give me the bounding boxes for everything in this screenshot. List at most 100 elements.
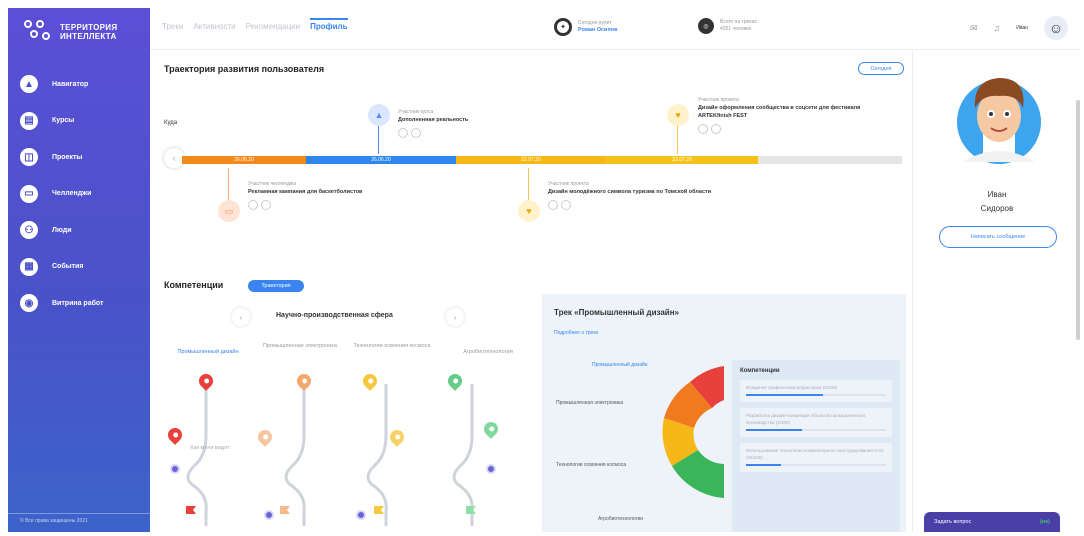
steering-wheel-icon: ✦ <box>554 18 572 36</box>
showcase-icon: ◉ <box>20 294 38 312</box>
avatar[interactable]: ☺ <box>1044 16 1068 40</box>
project-icon[interactable]: ♥ <box>518 200 540 222</box>
projects-icon: ◫ <box>20 148 38 166</box>
competency-progress <box>746 429 886 431</box>
competency-item[interactable]: Разработка дизайн-концепции объектов про… <box>740 408 892 437</box>
event-course[interactable]: Участник курса Дополненная реальность <box>398 108 468 138</box>
tab-profile[interactable]: Профиль <box>310 18 348 31</box>
ask-question-button[interactable]: Задать вопрос (не) <box>924 512 1060 532</box>
competencies-title: Компетенции <box>164 280 224 290</box>
event-tags <box>248 200 362 210</box>
path-node[interactable] <box>264 510 274 520</box>
top-right-controls: ✉ ♫ Иван ☺ <box>970 16 1068 40</box>
event-project[interactable]: Участник проекта Дизайн оформления сообщ… <box>698 96 874 134</box>
main-content: Траектория развития пользователя Сегодня… <box>150 50 912 532</box>
sidebar-footer: © Все права защищены 2021 <box>20 518 88 524</box>
tab-activities[interactable]: Активности <box>193 22 235 31</box>
sphere-next-button[interactable]: › <box>446 308 464 326</box>
sidebar: ТЕРРИТОРИЯ ИНТЕЛЛЕКТА ▲ Навигатор ▤ Курс… <box>8 8 150 532</box>
challenge-icon[interactable]: ▭ <box>218 200 240 222</box>
project-icon[interactable]: ♥ <box>667 104 689 126</box>
today-button[interactable]: Сегодня <box>858 62 904 75</box>
timeline-segment: 26.06.20 <box>306 156 456 164</box>
trajectory-title: Траектория развития пользователя <box>164 64 325 74</box>
competency-progress <box>746 464 886 466</box>
competencies-box: Компетенции Владение графическим редакто… <box>732 360 900 532</box>
donut-label[interactable]: Технологии освоения космоса <box>556 462 626 468</box>
timeline-segment: 22.07.20 <box>456 156 606 164</box>
path-label: Как меня видят <box>190 445 230 451</box>
trajectory-badge[interactable]: Траектория <box>248 280 304 292</box>
event-tags <box>398 128 468 138</box>
donut-label[interactable]: Промышленная электроника <box>556 400 623 406</box>
event-project-2[interactable]: Участник проекта Дизайн молодёжного симв… <box>548 180 711 210</box>
donut-label[interactable]: Агробиотехнологии <box>598 516 643 522</box>
competency-item[interactable]: Владение графическим редактором (5/100) <box>740 380 892 402</box>
profile-last-name: Сидоров <box>980 204 1014 213</box>
donut-label[interactable]: Промышленный дизайн <box>592 362 648 368</box>
navigator-arrow-icon: ▲ <box>20 75 38 93</box>
sidebar-item-courses[interactable]: ▤ Курсы <box>20 107 150 135</box>
competencies-box-title: Компетенции <box>740 368 780 374</box>
timeline-segment <box>758 156 902 164</box>
mail-icon[interactable]: ✉ <box>970 23 978 34</box>
tracks-count: 4051 человек <box>720 26 752 32</box>
course-icon[interactable]: ▲ <box>368 104 390 126</box>
track-count-info: ◎ Всего на треках 4051 человек <box>698 18 757 34</box>
sidebar-item-showcase[interactable]: ◉ Витрина работ <box>20 289 150 317</box>
ask-question-label: Задать вопрос <box>934 519 972 525</box>
sidebar-item-navigator[interactable]: ▲ Навигатор <box>20 70 150 98</box>
tab-tracks[interactable]: Треки <box>162 22 183 31</box>
event-caption: Участник проекта <box>548 181 589 187</box>
profile-first-name: Иван <box>987 190 1007 199</box>
flag-icon <box>466 506 476 514</box>
event-caption: Участник курса <box>398 109 434 115</box>
sphere-prev-button[interactable]: ‹ <box>232 308 250 326</box>
path-node[interactable] <box>486 464 496 474</box>
sidebar-item-events[interactable]: ▦ События <box>20 253 150 281</box>
competency-text: Использование технологии компьютерного к… <box>746 448 884 460</box>
bell-icon[interactable]: ♫ <box>994 23 1001 33</box>
timeline: ‹ 26.06.20 26.06.20 22.07.20 22.07.20 <box>164 148 904 168</box>
sidebar-item-label: События <box>52 263 84 270</box>
sidebar-item-label: Витрина работ <box>52 299 104 307</box>
path-node[interactable] <box>356 510 366 520</box>
track-details-link[interactable]: Подробнее о треке <box>554 330 598 336</box>
sidebar-item-label: Челленджи <box>52 190 92 197</box>
competency-progress <box>746 394 886 396</box>
pilot-info[interactable]: ✦ Сегодня рулит Роман Осипов <box>554 18 618 36</box>
column-label-agro[interactable]: Агробиотехнологии <box>446 348 530 356</box>
logo[interactable]: ТЕРРИТОРИЯ ИНТЕЛЛЕКТА <box>24 20 140 44</box>
column-label-space[interactable]: Технологии освоения космоса <box>348 342 436 350</box>
sidebar-divider <box>8 513 150 514</box>
timeline-prev-button[interactable]: ‹ <box>164 148 184 168</box>
event-tags <box>698 124 874 134</box>
track-panel: Трек «Промышленный дизайн» Подробнее о т… <box>542 294 906 532</box>
event-title: Дизайн оформления сообщества в соцсети д… <box>698 105 861 119</box>
competency-item[interactable]: Использование технологии компьютерного к… <box>740 443 892 472</box>
sidebar-item-challenges[interactable]: ▭ Челленджи <box>20 180 150 208</box>
logo-text: ТЕРРИТОРИЯ ИНТЕЛЛЕКТА <box>60 23 118 41</box>
sidebar-item-people[interactable]: ⚇ Люди <box>20 216 150 244</box>
tab-recommendations[interactable]: Рекомендации <box>246 22 300 31</box>
path-node[interactable] <box>170 464 180 474</box>
sidebar-item-projects[interactable]: ◫ Проекты <box>20 143 150 171</box>
flag-icon <box>374 506 384 514</box>
competency-donut[interactable] <box>646 362 746 502</box>
column-label-industrial-design[interactable]: Промышленный дизайн <box>166 348 250 356</box>
timeline-segment: 26.06.20 <box>182 156 306 164</box>
user-name[interactable]: Иван <box>1016 25 1028 31</box>
scrollbar[interactable] <box>1076 100 1080 340</box>
app-root: ТЕРРИТОРИЯ ИНТЕЛЛЕКТА ▲ Навигатор ▤ Курс… <box>0 0 1084 536</box>
courses-icon: ▤ <box>20 111 38 130</box>
send-message-button[interactable]: Написать сообщение <box>939 226 1057 248</box>
event-challenge[interactable]: Участник челленджа Рекламная кампания дл… <box>248 180 362 210</box>
event-tags <box>548 200 711 210</box>
top-bar: Треки Активности Рекомендации Профиль ✦ … <box>150 8 1080 50</box>
sidebar-item-label: Навигатор <box>52 80 89 88</box>
event-title: Дополненная реальность <box>398 117 469 123</box>
flag-icon <box>280 506 290 514</box>
event-title: Дизайн молодёжного символа туризма по То… <box>548 189 712 195</box>
column-label-electronics[interactable]: Промышленная электроника <box>262 342 338 350</box>
competency-text: Владение графическим редактором (5/100) <box>746 385 837 390</box>
